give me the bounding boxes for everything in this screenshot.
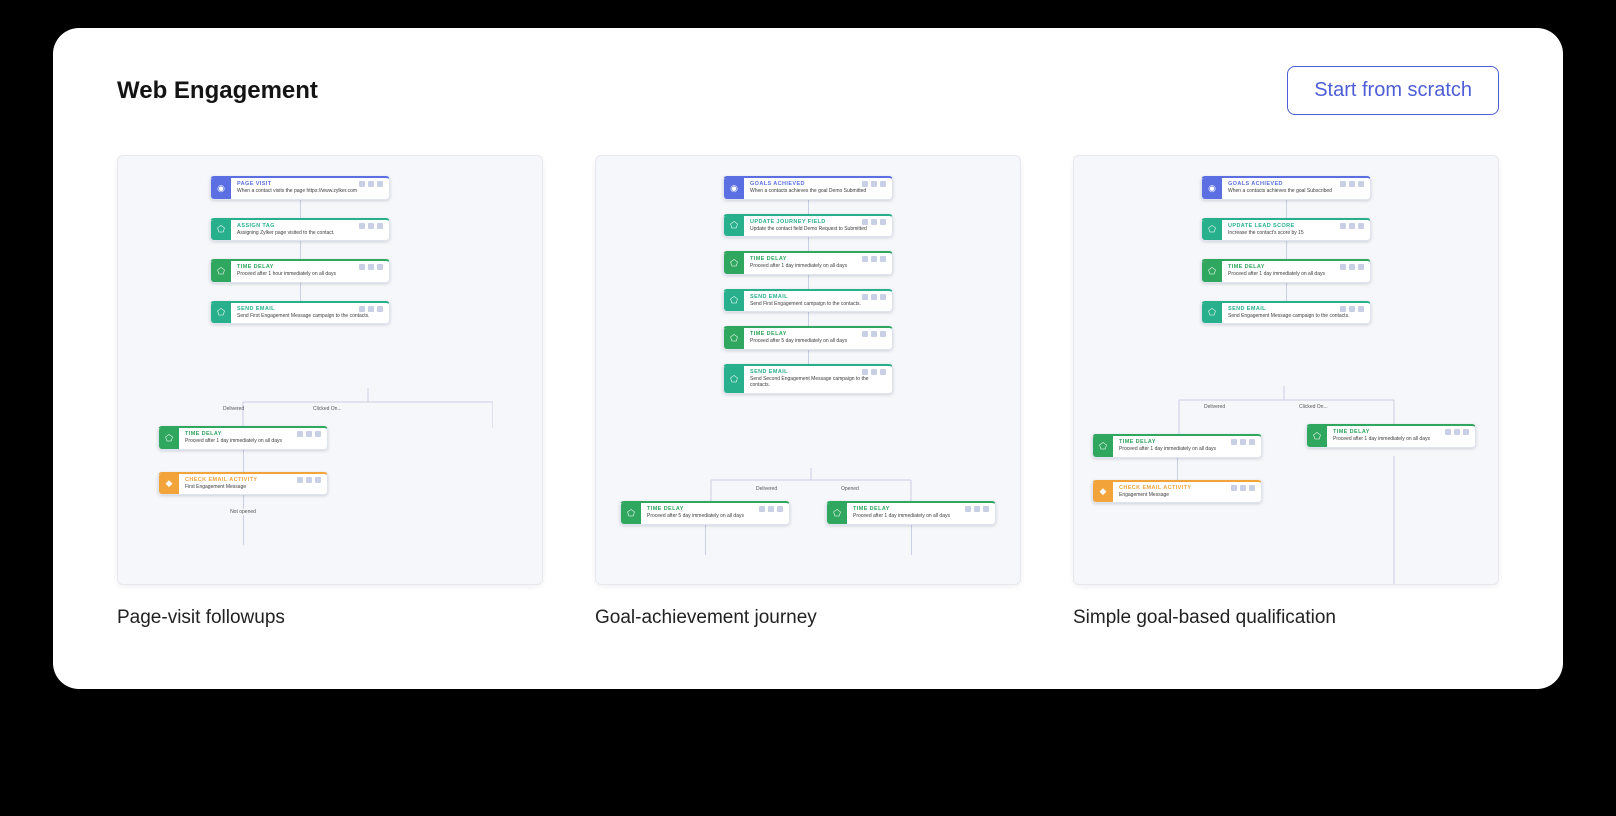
wf-node: ⬠TIME DELAYProceed after 1 hour immediat…	[210, 259, 390, 283]
activity-icon: ◆	[159, 474, 179, 495]
wf-node: ⬠UPDATE LEAD SCOREIncrease the contact's…	[1201, 218, 1371, 242]
branch-label: Clicked On...	[1299, 404, 1328, 410]
target-icon: ◉	[724, 178, 744, 199]
clock-icon: ⬠	[1093, 436, 1113, 457]
wf-node: ⬠TIME DELAYProceed after 1 day immediate…	[1092, 434, 1262, 458]
branch-label: Delivered	[223, 406, 244, 412]
wf-node: ⬠TIME DELAYProceed after 1 day immediate…	[723, 251, 893, 275]
wf-node: ⬠SEND EMAILSend First Engagement campaig…	[723, 289, 893, 313]
page-title: Web Engagement	[117, 77, 318, 105]
clock-icon: ⬠	[211, 261, 231, 282]
template-card-page-visit[interactable]: ◉PAGE VISITWhen a contact visits the pag…	[117, 155, 543, 629]
template-cards: ◉PAGE VISITWhen a contact visits the pag…	[117, 155, 1499, 629]
score-icon: ⬠	[1202, 220, 1222, 241]
clock-icon: ⬠	[827, 503, 847, 524]
globe-icon: ◉	[211, 178, 231, 199]
wf-node: ◉GOALS ACHIEVEDWhen a contacts achieves …	[1201, 176, 1371, 200]
clock-icon: ⬠	[724, 328, 744, 349]
wf-node: ⬠TIME DELAYProceed after 1 day immediate…	[158, 426, 328, 450]
template-card-goal-journey[interactable]: ◉GOALS ACHIEVEDWhen a contacts achieves …	[595, 155, 1021, 629]
wf-node: ⬠TIME DELAYProceed after 5 day immediate…	[723, 326, 893, 350]
wf-node: ⬠TIME DELAYProceed after 5 day immediate…	[620, 501, 790, 525]
wf-node: ◆CHECK EMAIL ACTIVITYEngagement Message	[1092, 480, 1262, 504]
clock-icon: ⬠	[159, 428, 179, 449]
mail-icon: ⬠	[1202, 303, 1222, 324]
branch-label: Opened	[841, 486, 859, 492]
tag-icon: ⬠	[211, 220, 231, 241]
target-icon: ◉	[1202, 178, 1222, 199]
template-thumb: ◉GOALS ACHIEVEDWhen a contacts achieves …	[595, 155, 1021, 585]
branch-label: Delivered	[756, 486, 777, 492]
activity-icon: ◆	[1093, 482, 1113, 503]
start-from-scratch-button[interactable]: Start from scratch	[1287, 66, 1499, 115]
wf-node: ⬠TIME DELAYProceed after 1 day immediate…	[1306, 424, 1476, 448]
branch-label: Delivered	[1204, 404, 1225, 410]
template-thumb: ◉PAGE VISITWhen a contact visits the pag…	[117, 155, 543, 585]
template-card-simple-goal[interactable]: ◉GOALS ACHIEVEDWhen a contacts achieves …	[1073, 155, 1499, 629]
wf-node: ⬠UPDATE JOURNEY FIELDUpdate the contact …	[723, 214, 893, 238]
wf-node: ⬠TIME DELAYProceed after 1 day immediate…	[826, 501, 996, 525]
template-thumb: ◉GOALS ACHIEVEDWhen a contacts achieves …	[1073, 155, 1499, 585]
wf-node: ◉PAGE VISITWhen a contact visits the pag…	[210, 176, 390, 200]
branch-label: Clicked On...	[313, 406, 342, 412]
wf-node: ◉GOALS ACHIEVEDWhen a contacts achieves …	[723, 176, 893, 200]
panel: Web Engagement Start from scratch ◉PAGE …	[53, 28, 1563, 689]
mail-icon: ⬠	[724, 366, 744, 393]
wf-node: ⬠TIME DELAYProceed after 1 day immediate…	[1201, 259, 1371, 283]
mail-icon: ⬠	[724, 291, 744, 312]
wf-node: ⬠SEND EMAILSend Second Engagement Messag…	[723, 364, 893, 394]
wf-node: ⬠ASSIGN TAGAssigning Zylker page visited…	[210, 218, 390, 242]
template-title: Simple goal-based qualification	[1073, 607, 1499, 629]
mail-icon: ⬠	[211, 303, 231, 324]
clock-icon: ⬠	[1202, 261, 1222, 282]
clock-icon: ⬠	[1307, 426, 1327, 447]
clock-icon: ⬠	[724, 253, 744, 274]
template-title: Page-visit followups	[117, 607, 543, 629]
node-toolbar	[359, 181, 383, 187]
clock-icon: ⬠	[621, 503, 641, 524]
wf-node: ⬠SEND EMAILSend First Engagement Message…	[210, 301, 390, 325]
wf-node: ◆CHECK EMAIL ACTIVITYFirst Engagement Me…	[158, 472, 328, 496]
panel-header: Web Engagement Start from scratch	[117, 66, 1499, 115]
field-icon: ⬠	[724, 216, 744, 237]
wf-node: ⬠SEND EMAILSend Engagement Message campa…	[1201, 301, 1371, 325]
template-title: Goal-achievement journey	[595, 607, 1021, 629]
